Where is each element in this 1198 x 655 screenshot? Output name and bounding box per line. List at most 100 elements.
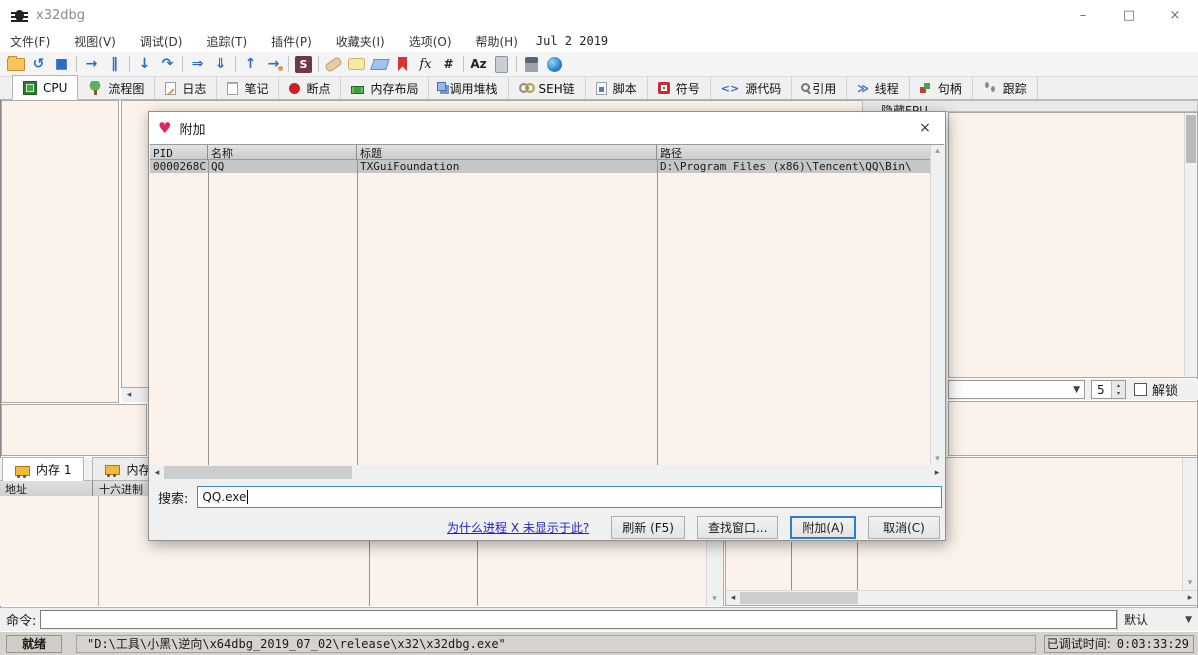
tab-breakpoints[interactable]: 断点 [279, 77, 341, 99]
profile-combobox[interactable]: 默认 ▼ [1117, 609, 1198, 631]
arguments-pane[interactable] [948, 401, 1198, 456]
calculator-icon[interactable] [520, 53, 543, 75]
dialog-close-button[interactable]: × [905, 112, 945, 144]
references-icon [801, 83, 810, 92]
process-table-hscrollbar-thumb[interactable] [164, 466, 352, 479]
tab-symbols[interactable]: 符号 [648, 77, 711, 99]
animate-into-icon[interactable]: ⇒ [186, 53, 209, 75]
execute-till-return-icon[interactable]: ↑ [239, 53, 262, 75]
globe-icon[interactable] [543, 53, 566, 75]
registers-vscrollbar[interactable] [1184, 113, 1197, 377]
bookmarks-icon[interactable] [391, 53, 414, 75]
tab-trace[interactable]: 跟踪 [973, 77, 1038, 99]
minimize-button[interactable]: – [1060, 0, 1106, 30]
menu-options[interactable]: 选项(O) [399, 31, 466, 52]
scroll-down-icon[interactable]: ▾ [1183, 577, 1197, 589]
tab-call-stack[interactable]: 调用堆栈 [429, 77, 508, 99]
search-input[interactable]: QQ.exe [197, 486, 942, 508]
registers-vscrollbar-thumb[interactable] [1186, 115, 1196, 163]
scroll-left-icon[interactable]: ◂ [726, 591, 740, 605]
menu-favourites[interactable]: 收藏夹(I) [326, 31, 399, 52]
status-info-pane[interactable] [1, 404, 147, 456]
tab-notes[interactable]: 笔记 [217, 77, 279, 99]
fpu-precision-spinner[interactable]: 5 ▴▾ [1091, 380, 1126, 399]
attach-dialog: ♥ 附加 × PID 名称 标题 路径 0000268C QQ TXGuiFou… [148, 111, 946, 541]
menu-debug[interactable]: 调试(D) [130, 31, 197, 52]
process-table-hscrollbar[interactable]: ◂ ▸ [150, 465, 944, 480]
attach-icon[interactable]: → [262, 53, 285, 75]
tab-references[interactable]: 引用 [792, 77, 847, 99]
modules-icon[interactable] [490, 53, 513, 75]
scroll-right-icon[interactable]: ▸ [1183, 591, 1197, 605]
step-into-icon[interactable]: ↓ [133, 53, 156, 75]
stack-hscrollbar[interactable]: ◂ ▸ [726, 590, 1197, 605]
spin-down-icon[interactable]: ▾ [1112, 390, 1125, 399]
tab-seh[interactable]: SEH链 [509, 77, 586, 99]
tab-log[interactable]: 日志 [155, 77, 217, 99]
dump-vscrollbar[interactable]: ▾ [706, 541, 722, 606]
why-process-hidden-link[interactable]: 为什么进程 X 未显示于此? [447, 519, 589, 536]
tab-source[interactable]: <>源代码 [711, 77, 792, 99]
cancel-button[interactable]: 取消(C) [868, 516, 940, 539]
refresh-button[interactable]: 刷新 (F5) [611, 516, 685, 539]
registers-view-combobox[interactable]: ▼ [948, 380, 1085, 399]
comments-icon[interactable] [345, 53, 368, 75]
disassembly-pane[interactable] [1, 100, 119, 403]
maximize-button[interactable]: □ [1106, 0, 1152, 30]
patches-icon[interactable] [322, 53, 345, 75]
hash-icon[interactable]: # [437, 53, 460, 75]
command-input[interactable] [40, 610, 1117, 629]
tab-handles[interactable]: 句柄 [910, 77, 973, 99]
unlock-checkbox[interactable] [1134, 383, 1147, 396]
dump-col-address[interactable]: 地址 [0, 481, 93, 497]
close-button[interactable]: × [1152, 0, 1198, 30]
scroll-down-icon[interactable]: ▾ [707, 592, 722, 606]
menu-view[interactable]: 视图(V) [64, 31, 130, 52]
scroll-up-icon[interactable]: ▴ [931, 145, 944, 157]
tab-graph[interactable]: 流程图 [78, 77, 155, 99]
search-row: 搜索: QQ.exe [149, 484, 945, 510]
strings-icon[interactable]: S [292, 53, 315, 75]
stop-icon[interactable]: ■ [50, 53, 73, 75]
col-pid[interactable]: PID [150, 145, 208, 161]
registers-pane[interactable] [948, 112, 1198, 378]
process-table-vscrollbar[interactable]: ▴ ▾ [930, 145, 944, 465]
attach-button[interactable]: 附加(A) [790, 516, 856, 539]
process-row-selected[interactable]: 0000268C QQ TXGuiFoundation D:\Program F… [150, 160, 931, 173]
case-icon[interactable]: Az [467, 53, 490, 75]
col-name[interactable]: 名称 [208, 145, 357, 161]
animate-over-icon[interactable]: ⇓ [209, 53, 232, 75]
scroll-left-icon[interactable]: ◂ [122, 388, 136, 402]
window-title: x32dbg [36, 8, 85, 23]
tab-threads[interactable]: ≫线程 [847, 77, 910, 99]
tab-dump-1[interactable]: 内存 1 [2, 457, 84, 481]
menu-trace[interactable]: 追踪(T) [196, 31, 261, 52]
menu-plugins[interactable]: 插件(P) [261, 31, 326, 52]
menu-file[interactable]: 文件(F) [0, 31, 64, 52]
module-path-text: "D:\工具\小黑\逆向\x64dbg_2019_07_02\release\x… [76, 635, 1036, 653]
restart-icon[interactable]: ↺ [27, 53, 50, 75]
scroll-down-icon[interactable]: ▾ [931, 453, 944, 465]
stack-vscrollbar[interactable]: ▾ [1182, 458, 1197, 591]
col-path[interactable]: 路径 [657, 145, 931, 161]
unlock-label: 解锁 [1152, 380, 1178, 399]
view-tab-bar: CPU 流程图 日志 笔记 断点 内存布局 调用堆栈 SEH链 脚本 符号 <>… [0, 77, 1198, 100]
col-title[interactable]: 标题 [357, 145, 657, 161]
functions-icon[interactable]: fx [414, 53, 437, 75]
tab-script[interactable]: 脚本 [586, 77, 648, 99]
tab-memory-map[interactable]: 内存布局 [341, 77, 429, 99]
run-icon[interactable]: → [80, 53, 103, 75]
scroll-right-icon[interactable]: ▸ [930, 465, 944, 480]
spin-up-icon[interactable]: ▴ [1112, 381, 1125, 390]
stack-hscrollbar-thumb[interactable] [740, 592, 858, 604]
scroll-left-icon[interactable]: ◂ [150, 465, 164, 480]
find-window-button[interactable]: 查找窗口... [697, 516, 778, 539]
search-value: QQ.exe [202, 490, 246, 504]
step-over-icon[interactable]: ↷ [156, 53, 179, 75]
menu-help[interactable]: 帮助(H) [466, 31, 532, 52]
labels-icon[interactable] [368, 53, 391, 75]
dump-col-hex[interactable]: 十六进制 [93, 481, 143, 497]
open-file-icon[interactable] [4, 53, 27, 75]
pause-icon[interactable]: ‖ [103, 53, 126, 75]
tab-cpu[interactable]: CPU [12, 75, 78, 100]
